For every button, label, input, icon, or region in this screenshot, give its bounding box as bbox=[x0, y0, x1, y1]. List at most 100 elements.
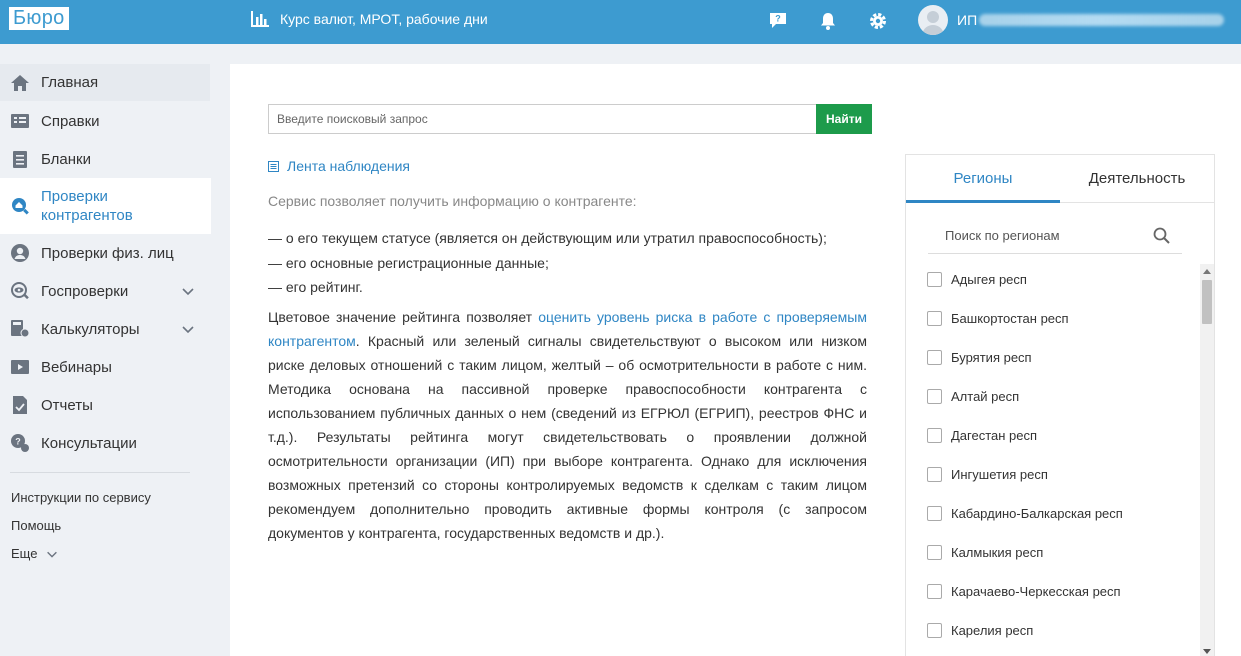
watch-feed-link[interactable]: Лента наблюдения bbox=[268, 158, 410, 174]
region-item[interactable]: Карелия респ bbox=[927, 623, 1033, 638]
gear-icon[interactable] bbox=[867, 10, 889, 32]
scroll-down-arrow-icon[interactable] bbox=[1203, 649, 1211, 654]
sidebar-item-calculators[interactable]: Калькуляторы bbox=[0, 310, 210, 348]
sidebar-item-label: Консультации bbox=[41, 434, 137, 452]
region-item[interactable]: Бурятия респ bbox=[927, 350, 1032, 365]
region-search-input[interactable] bbox=[945, 228, 1155, 243]
region-checkbox[interactable] bbox=[927, 506, 942, 521]
sidebar-item-label: Проверки физ. лиц bbox=[41, 244, 174, 262]
currency-rates-link[interactable]: Курс валют, МРОТ, рабочие дни bbox=[250, 10, 488, 28]
search-input[interactable] bbox=[268, 104, 816, 134]
sidebar-item-label: Главная bbox=[41, 74, 99, 91]
region-label: Ингушетия респ bbox=[951, 467, 1048, 482]
user-name-redacted bbox=[979, 14, 1225, 26]
search-button[interactable]: Найти bbox=[816, 104, 872, 134]
logo[interactable]: Бюро bbox=[9, 7, 69, 30]
rating-text-end: . Красный или зеленый сигналы свидетельс… bbox=[268, 333, 867, 541]
clipboard-icon bbox=[10, 149, 30, 169]
video-player-icon bbox=[10, 357, 30, 377]
chevron-down-icon bbox=[182, 288, 194, 296]
home-icon bbox=[10, 73, 30, 93]
eye-magnifier-icon bbox=[10, 281, 30, 301]
region-checkbox[interactable] bbox=[927, 584, 942, 599]
region-list-scrollbar[interactable] bbox=[1200, 264, 1214, 656]
region-item[interactable]: Карачаево-Черкесская респ bbox=[927, 584, 1121, 599]
calculator-icon bbox=[10, 319, 30, 339]
search-bar: Найти bbox=[268, 104, 872, 134]
sidebar-item-reports[interactable]: Отчеты bbox=[0, 386, 210, 424]
more-menu[interactable]: Еще bbox=[11, 546, 59, 561]
region-item[interactable]: Адыгея респ bbox=[927, 272, 1027, 287]
region-label: Дагестан респ bbox=[951, 428, 1038, 443]
region-label: Карелия респ bbox=[951, 623, 1034, 638]
tab-activity[interactable]: Деятельность bbox=[1060, 155, 1214, 202]
chevron-down-icon bbox=[47, 551, 58, 558]
sidebar-item-person-checks[interactable]: Проверки физ. лиц bbox=[0, 234, 210, 272]
chat-bubbles-icon: ? bbox=[10, 433, 30, 453]
tab-regions[interactable]: Регионы bbox=[906, 155, 1060, 203]
region-checkbox[interactable] bbox=[927, 389, 942, 404]
list-icon bbox=[268, 160, 279, 172]
region-checkbox[interactable] bbox=[927, 311, 942, 326]
chevron-down-icon bbox=[182, 326, 194, 334]
currency-rates-label: Курс валют, МРОТ, рабочие дни bbox=[280, 11, 488, 27]
sidebar-item-consultations[interactable]: ? Консультации bbox=[0, 424, 210, 462]
service-instructions-link[interactable]: Инструкции по сервису bbox=[11, 490, 151, 505]
region-item[interactable]: Ингушетия респ bbox=[927, 467, 1048, 482]
bar-chart-icon bbox=[251, 11, 269, 27]
region-item[interactable]: Дагестан респ bbox=[927, 428, 1037, 443]
sidebar: Главная Справки Бланки Проверки контраге… bbox=[0, 44, 230, 656]
region-label: Калмыкия респ bbox=[951, 545, 1044, 560]
main-content: Найти Лента наблюдения Сервис позволяет … bbox=[230, 64, 1241, 656]
feature-item: — о его текущем статусе (является он дей… bbox=[268, 230, 827, 246]
magnifier-house-icon bbox=[10, 196, 30, 216]
region-checkbox[interactable] bbox=[927, 623, 942, 638]
help-badge: ? bbox=[775, 14, 781, 24]
sidebar-item-references[interactable]: Справки bbox=[0, 102, 210, 140]
region-item[interactable]: Кабардино-Балкарская респ bbox=[927, 506, 1123, 521]
filter-panel: Регионы Деятельность Адыгея респ Башкорт… bbox=[905, 154, 1215, 656]
sidebar-item-label: Проверки контрагентов bbox=[41, 188, 133, 224]
region-checkbox[interactable] bbox=[927, 272, 942, 287]
svg-text:?: ? bbox=[15, 437, 21, 447]
region-list: Адыгея респ Башкортостан респ Бурятия ре… bbox=[906, 263, 1214, 656]
service-features: — о его текущем статусе (является он дей… bbox=[268, 226, 827, 300]
region-checkbox[interactable] bbox=[927, 350, 942, 365]
sidebar-item-home[interactable]: Главная bbox=[0, 64, 210, 101]
scrollbar-thumb[interactable] bbox=[1202, 280, 1212, 324]
region-label: Башкортостан респ bbox=[951, 311, 1069, 326]
region-item[interactable]: Калмыкия респ bbox=[927, 545, 1043, 560]
avatar[interactable] bbox=[918, 5, 948, 35]
region-item[interactable]: Алтай респ bbox=[927, 389, 1019, 404]
region-checkbox[interactable] bbox=[927, 428, 942, 443]
filter-tabs: Регионы Деятельность bbox=[906, 155, 1214, 203]
scroll-up-arrow-icon[interactable] bbox=[1203, 269, 1211, 274]
sidebar-item-label: Бланки bbox=[41, 150, 91, 168]
region-item[interactable]: Башкортостан респ bbox=[927, 311, 1069, 326]
region-label: Адыгея респ bbox=[951, 272, 1027, 287]
search-icon[interactable] bbox=[1152, 226, 1172, 246]
region-label: Карачаево-Черкесская респ bbox=[951, 584, 1121, 599]
report-check-icon bbox=[10, 395, 30, 415]
sidebar-item-gov-checks[interactable]: Госпроверки bbox=[0, 272, 210, 310]
region-search bbox=[928, 218, 1182, 254]
sidebar-item-label: Вебинары bbox=[41, 358, 112, 376]
sidebar-item-label: Справки bbox=[41, 112, 100, 130]
region-checkbox[interactable] bbox=[927, 545, 942, 560]
sidebar-item-counterparty-checks[interactable]: Проверки контрагентов bbox=[0, 178, 211, 234]
sidebar-item-forms[interactable]: Бланки bbox=[0, 140, 210, 178]
sidebar-item-label: Отчеты bbox=[41, 396, 93, 414]
region-checkbox[interactable] bbox=[927, 467, 942, 482]
user-name-prefix: ИП bbox=[957, 12, 978, 28]
more-label: Еще bbox=[11, 546, 38, 561]
region-label: Кабардино-Балкарская респ bbox=[951, 506, 1123, 521]
user-circle-icon bbox=[10, 243, 30, 263]
help-link[interactable]: Помощь bbox=[11, 518, 61, 533]
help-chat-icon[interactable]: ? bbox=[767, 10, 789, 32]
user-name[interactable]: ИП bbox=[957, 12, 1225, 28]
rating-description: Цветовое значение рейтинга позволяет оце… bbox=[268, 305, 867, 545]
sidebar-item-webinars[interactable]: Вебинары bbox=[0, 348, 210, 386]
rating-text-start: Цветовое значение рейтинга позволяет bbox=[268, 309, 539, 325]
bell-icon[interactable] bbox=[817, 10, 839, 32]
region-label: Алтай респ bbox=[951, 389, 1020, 404]
